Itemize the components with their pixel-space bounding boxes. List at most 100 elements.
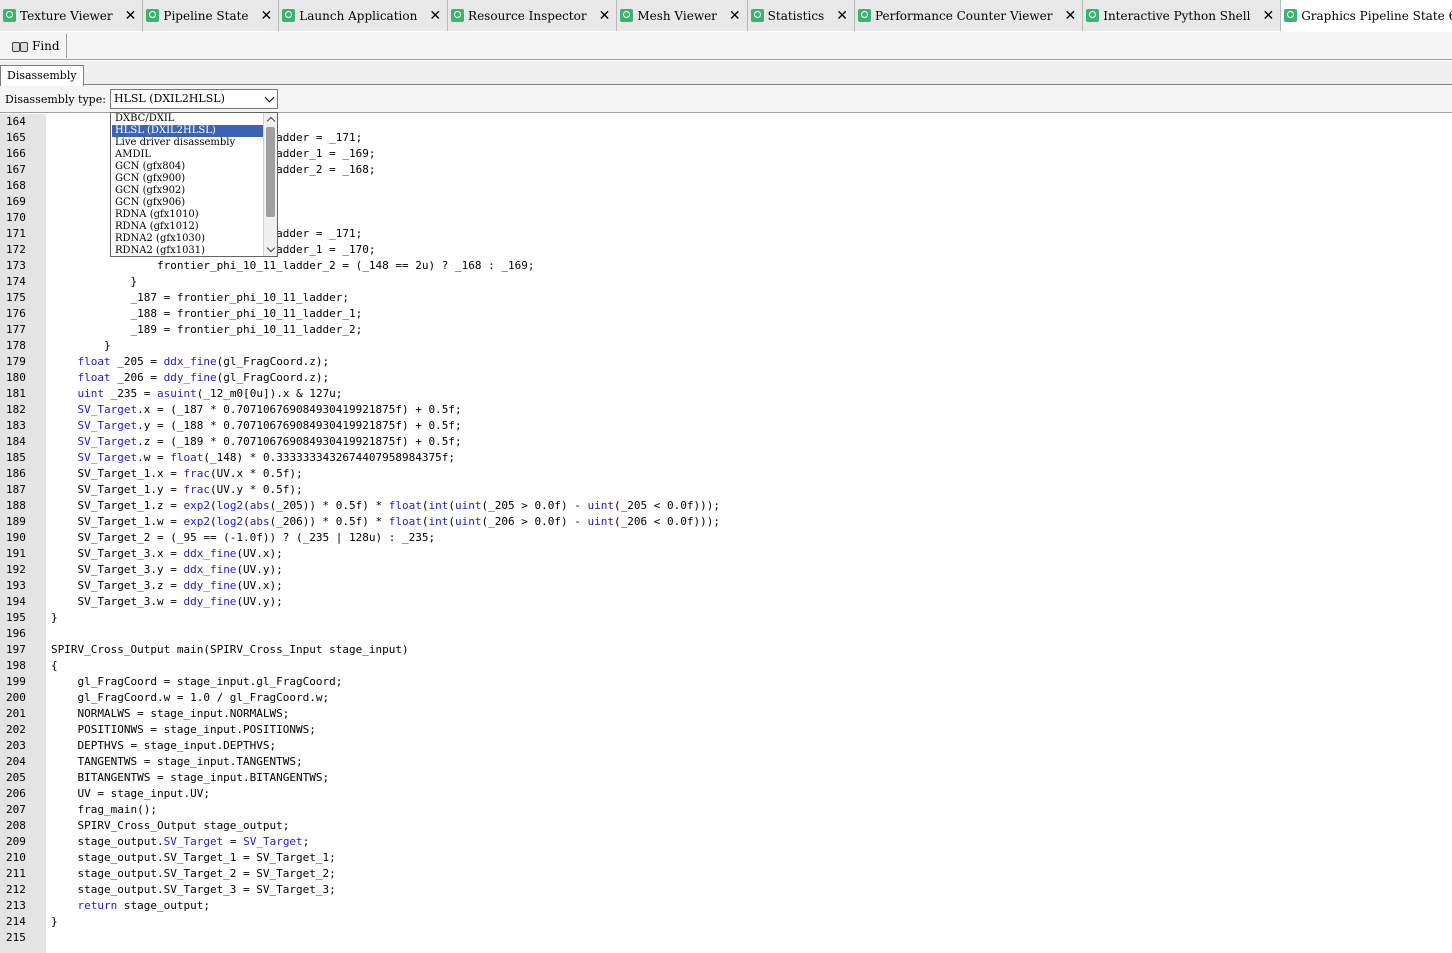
scroll-down-icon[interactable] [266, 243, 276, 253]
line-number: 204 [6, 755, 26, 768]
code-line: 215 [0, 930, 1452, 946]
close-icon[interactable]: ✕ [1064, 8, 1076, 24]
tab-interactive-python-shell[interactable]: Interactive Python Shell ✕ [1083, 0, 1282, 31]
dropdown-option[interactable]: GCN (gfx900) [112, 173, 264, 185]
code-line: 188 SV_Target_1.z = exp2(log2(abs(_205))… [0, 498, 1452, 514]
dropdown-option[interactable]: GCN (gfx906) [112, 197, 264, 209]
line-number: 165 [6, 131, 26, 144]
dropdown-scrollbar[interactable] [263, 113, 277, 256]
line-source: SV_Target.x = (_187 * 0.7071067690849304… [77, 403, 462, 416]
line-number: 168 [6, 179, 26, 192]
tab-label: Resource Inspector [468, 8, 587, 23]
line-number: 186 [6, 467, 26, 480]
tab-texture-viewer[interactable]: Texture Viewer ✕ [0, 0, 144, 31]
panel-icon [857, 9, 871, 22]
dropdown-options: DXBC/DXIL HLSL (DXIL2HLSL) Live driver dis… [112, 113, 264, 256]
tab-statistics[interactable]: Statistics ✕ [747, 0, 855, 31]
dropdown-option[interactable]: RDNA2 (gfx1030) [112, 233, 264, 245]
line-source: BITANGENTWS = stage_input.BITANGENTWS; [51, 771, 330, 784]
line-number: 194 [6, 595, 26, 608]
line-source: SPIRV_Cross_Output main(SPIRV_Cross_Inpu… [51, 643, 409, 656]
close-icon[interactable]: ✕ [261, 8, 273, 24]
line-source: SV_Target_3.w = ddy_fine(UV.y); [51, 595, 283, 608]
dropdown-option[interactable]: RDNA (gfx1012) [112, 221, 264, 233]
code-line: 190 SV_Target_2 = (_95 == (-1.0f)) ? (_2… [0, 530, 1452, 546]
dropdown-option[interactable]: HLSL (DXIL2HLSL) [112, 125, 264, 137]
code-line: 187 SV_Target_1.y = frac(UV.y * 0.5f); [0, 482, 1452, 498]
line-number: 209 [6, 835, 26, 848]
line-number: 215 [6, 931, 26, 944]
code-line: 198 { [0, 658, 1452, 674]
close-icon[interactable]: ✕ [1262, 8, 1274, 24]
line-number: 189 [6, 515, 26, 528]
line-source: return stage_output; [77, 899, 210, 912]
close-icon[interactable]: ✕ [599, 8, 611, 24]
close-icon[interactable]: ✕ [729, 8, 741, 24]
line-number: 181 [6, 387, 26, 400]
tab-disassembly[interactable]: Disassembly [0, 65, 84, 86]
line-source: SV_Target_3.x = ddx_fine(UV.x); [51, 547, 283, 560]
line-number: 188 [6, 499, 26, 512]
line-number: 200 [6, 691, 26, 704]
line-number: 203 [6, 739, 26, 752]
line-source: NORMALWS = stage_input.NORMALWS; [51, 707, 290, 720]
line-number: 214 [6, 915, 26, 928]
close-icon[interactable]: ✕ [836, 8, 848, 24]
code-line: 180 float _206 = ddy_fine(gl_FragCoord.z… [0, 370, 1452, 386]
line-source: SPIRV_Cross_Output stage_output; [51, 819, 290, 832]
close-icon[interactable]: ✕ [429, 8, 441, 24]
line-number: 198 [6, 659, 26, 672]
line-source: stage_output.SV_Target_2 = SV_Target_2; [51, 867, 336, 880]
tab-label: Performance Counter Viewer [874, 8, 1053, 23]
disassembly-type-dropdown: DXBC/DXIL HLSL (DXIL2HLSL) Live driver dis… [110, 112, 278, 257]
dropdown-option[interactable]: Live driver disassembly [112, 137, 264, 149]
find-button[interactable]: Find [6, 33, 67, 58]
code-line: 179 float _205 = ddx_fine(gl_FragCoord.z… [0, 354, 1452, 370]
code-line: 186 SV_Target_1.x = frac(UV.x * 0.5f); [0, 466, 1452, 482]
dropdown-option[interactable]: RDNA (gfx1010) [112, 209, 264, 221]
tab-performance-counter-viewer[interactable]: Performance Counter Viewer ✕ [854, 0, 1084, 31]
line-number: 179 [6, 355, 26, 368]
dropdown-option[interactable]: GCN (gfx902) [112, 185, 264, 197]
dropdown-option[interactable]: RDNA2 (gfx1031) [112, 245, 264, 256]
line-number: 174 [6, 275, 26, 288]
code-line: 200 gl_FragCoord.w = 1.0 / gl_FragCoord.… [0, 690, 1452, 706]
panel-icon [282, 9, 296, 22]
line-source: SV_Target.w = float(_148) * 0.3333333432… [77, 451, 456, 464]
dropdown-option[interactable]: DXBC/DXIL [112, 113, 264, 125]
line-source: uint _235 = asuint(_12_m0[0u]).x & 127u; [77, 387, 343, 400]
tab-launch-application[interactable]: Launch Application ✕ [279, 0, 449, 31]
line-source: SV_Target_3.y = ddx_fine(UV.y); [51, 563, 283, 576]
line-number: 207 [6, 803, 26, 816]
tab-graphics-pipeline-state-651-ps[interactable]: Graphics Pipeline State 651 PS✕ [1281, 0, 1452, 31]
scroll-thumb[interactable] [266, 127, 275, 217]
code-line: 195} [0, 610, 1452, 626]
tab-resource-inspector[interactable]: Resource Inspector ✕ [448, 0, 618, 31]
scroll-up-icon[interactable] [266, 116, 276, 126]
close-icon[interactable]: ✕ [125, 8, 137, 24]
code-line: 181 uint _235 = asuint(_12_m0[0u]).x & 1… [0, 386, 1452, 402]
tab-label: Launch Application [299, 8, 418, 23]
dropdown-option[interactable]: GCN (gfx804) [112, 161, 264, 173]
line-number: 184 [6, 435, 26, 448]
line-number: 192 [6, 563, 26, 576]
line-source: gl_FragCoord.w = 1.0 / gl_FragCoord.w; [51, 691, 330, 704]
tab-label: Interactive Python Shell [1103, 8, 1251, 23]
line-number: 208 [6, 819, 26, 832]
tab-mesh-viewer[interactable]: Mesh Viewer ✕ [617, 0, 748, 31]
line-source: SV_Target_3.z = ddy_fine(UV.x); [51, 579, 283, 592]
line-source: SV_Target_1.z = exp2(log2(abs(_205)) * 0… [51, 499, 720, 512]
disassembly-type-row: Disassembly type: HLSL (DXIL2HLSL) [0, 86, 1452, 113]
line-number: 170 [6, 211, 26, 224]
disassembly-type-select[interactable]: HLSL (DXIL2HLSL) [110, 89, 278, 109]
dropdown-option[interactable]: AMDIL [112, 149, 264, 161]
chevron-down-icon [264, 92, 275, 103]
line-source: SV_Target.z = (_189 * 0.7071067690849304… [77, 435, 462, 448]
line-number: 205 [6, 771, 26, 784]
tab-label: Graphics Pipeline State 651 PS [1301, 8, 1452, 23]
line-number: 166 [6, 147, 26, 160]
code-line: 191 SV_Target_3.x = ddx_fine(UV.x); [0, 546, 1452, 562]
code-line: 174 } [0, 274, 1452, 290]
tab-pipeline-state[interactable]: Pipeline State ✕ [143, 0, 280, 31]
line-source: _187 = frontier_phi_10_11_ladder; [51, 291, 350, 304]
